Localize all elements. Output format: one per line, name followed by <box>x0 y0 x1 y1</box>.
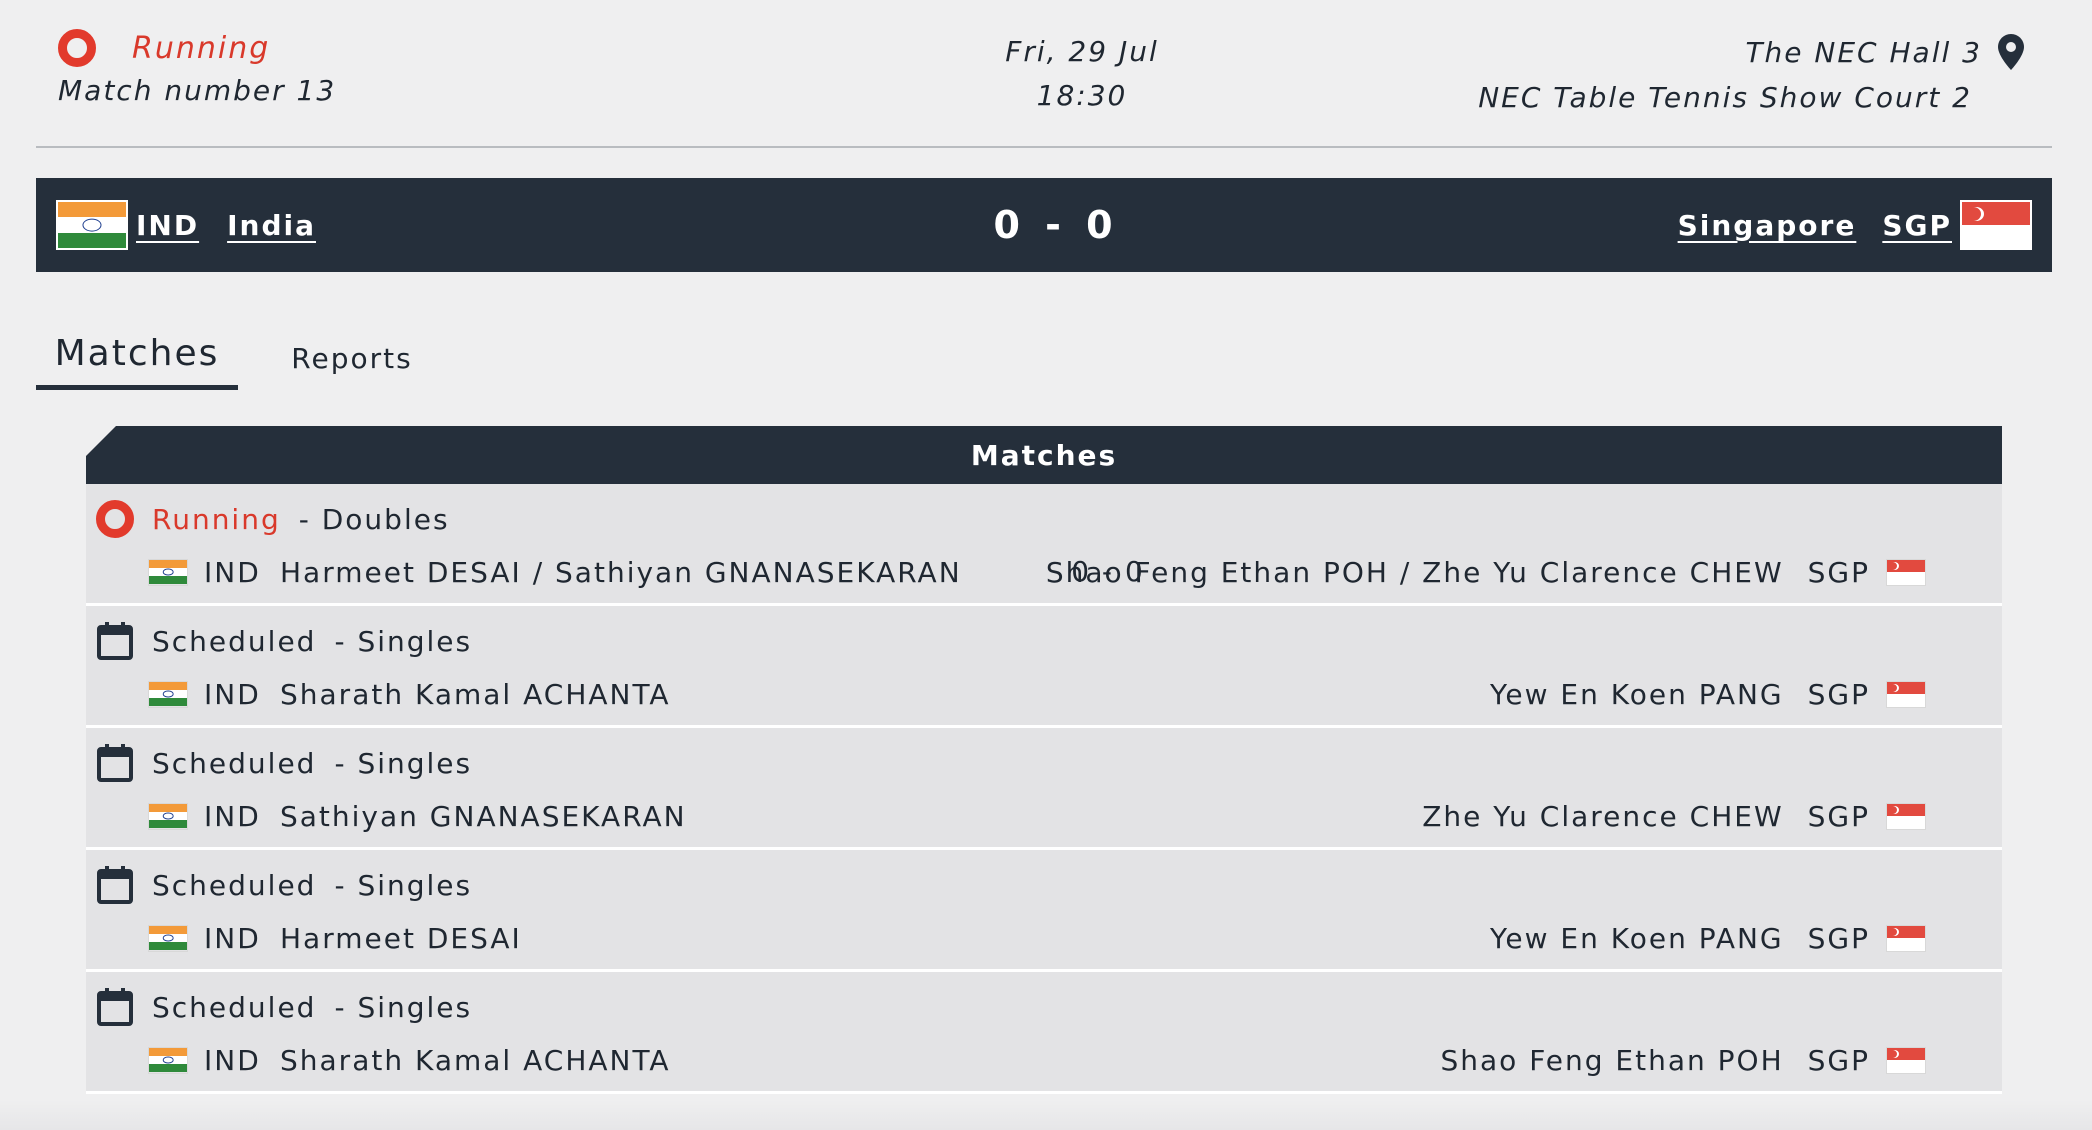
match-row-score <box>1008 918 1208 958</box>
away-team: Singapore SGP <box>1678 178 2032 272</box>
match-date: Fri, 29 Jul <box>1005 35 1159 68</box>
home-code: IND <box>204 1043 261 1077</box>
away-team-name-link[interactable]: Singapore <box>1678 209 1857 242</box>
match-number: Match number 13 <box>58 74 337 107</box>
match-row-status: Scheduled <box>152 746 317 780</box>
match-status-text: Running <box>132 30 271 66</box>
away-code: SGP <box>1807 921 1870 955</box>
singapore-flag-icon <box>1886 1046 1926 1074</box>
matches-panel: Matches Running - Doubles IND Harmeet DE… <box>86 426 2002 1094</box>
india-flag-icon <box>148 924 188 952</box>
home-team-code-link[interactable]: IND <box>136 209 199 242</box>
match-time: 18:30 <box>1036 79 1128 112</box>
tab-bar: Matches Reports <box>36 322 466 390</box>
home-players: Sathiyan GNANASEKARAN <box>280 799 687 833</box>
home-players: Sharath Kamal ACHANTA <box>280 677 671 711</box>
running-status-icon <box>96 500 134 538</box>
venue-name: The NEC Hall 3 <box>1745 35 1982 69</box>
home-players: Sharath Kamal ACHANTA <box>280 1043 671 1077</box>
match-row-status: Running <box>152 502 281 536</box>
away-code: SGP <box>1807 1043 1870 1077</box>
calendar-icon <box>96 987 134 1027</box>
singapore-flag-icon <box>1886 924 1926 952</box>
away-side: Yew En Koen PANG SGP <box>1490 674 1926 714</box>
match-detail-page: Running Match number 13 Fri, 29 Jul 18:3… <box>0 0 2092 1130</box>
home-code: IND <box>204 921 261 955</box>
home-code: IND <box>204 555 261 589</box>
home-code: IND <box>204 677 261 711</box>
match-row-type: - Singles <box>334 624 473 658</box>
home-team: IND India <box>56 178 316 272</box>
india-flag-icon <box>148 680 188 708</box>
home-code: IND <box>204 799 261 833</box>
away-players: Yew En Koen PANG <box>1490 677 1784 711</box>
away-players: Shao Feng Ethan POH / Zhe Yu Clarence CH… <box>1045 555 1784 589</box>
page-bottom-edge <box>0 1100 2092 1130</box>
match-row[interactable]: Scheduled - Singles IND Sharath Kamal AC… <box>86 972 2002 1094</box>
away-code: SGP <box>1807 555 1870 589</box>
away-code: SGP <box>1807 799 1870 833</box>
match-row-score <box>1008 674 1208 714</box>
match-row-type: - Singles <box>334 990 473 1024</box>
home-team-name-link[interactable]: India <box>227 209 316 242</box>
match-row-type: - Singles <box>334 868 473 902</box>
singapore-flag-icon <box>1886 558 1926 586</box>
india-flag-icon <box>56 200 128 250</box>
match-row-type: - Doubles <box>298 502 450 536</box>
match-info-header: Running Match number 13 Fri, 29 Jul 18:3… <box>36 24 2052 120</box>
singapore-flag-icon <box>1886 680 1926 708</box>
home-players: Harmeet DESAI <box>280 921 522 955</box>
away-players: Yew En Koen PANG <box>1490 921 1784 955</box>
matches-panel-title: Matches <box>86 426 2002 484</box>
match-row-status: Scheduled <box>152 624 317 658</box>
match-row[interactable]: Scheduled - Singles IND Harmeet DESAI Ye… <box>86 850 2002 972</box>
tab-reports[interactable]: Reports <box>238 322 466 390</box>
india-flag-icon <box>148 1046 188 1074</box>
away-side: Zhe Yu Clarence CHEW SGP <box>1422 796 1926 836</box>
tab-matches[interactable]: Matches <box>36 322 238 390</box>
match-datetime: Fri, 29 Jul 18:30 <box>977 30 1187 118</box>
map-pin-icon[interactable] <box>1998 34 2024 70</box>
scoreboard-bar: 0 - 0 IND India Singapore SGP <box>36 178 2052 272</box>
header-divider <box>36 146 2052 148</box>
away-players: Shao Feng Ethan POH <box>1440 1043 1784 1077</box>
calendar-icon <box>96 743 134 783</box>
india-flag-icon <box>148 802 188 830</box>
match-row[interactable]: Scheduled - Singles IND Sharath Kamal AC… <box>86 606 2002 728</box>
match-row[interactable]: Running - Doubles IND Harmeet DESAI / Sa… <box>86 484 2002 606</box>
singapore-flag-icon <box>1886 802 1926 830</box>
running-status-icon <box>58 29 96 67</box>
match-row-score <box>1008 796 1208 836</box>
singapore-flag-icon <box>1960 200 2032 250</box>
match-row-score <box>1008 1040 1208 1080</box>
calendar-icon <box>96 621 134 661</box>
match-row-status: Scheduled <box>152 990 317 1024</box>
venue-block: The NEC Hall 3 NEC Table Tennis Show Cou… <box>1478 30 2024 122</box>
calendar-icon <box>96 865 134 905</box>
india-flag-icon <box>148 558 188 586</box>
match-status-block: Running Match number 13 <box>58 24 336 107</box>
away-code: SGP <box>1807 677 1870 711</box>
match-row-type: - Singles <box>334 746 473 780</box>
venue-court: NEC Table Tennis Show Court 2 <box>1478 81 1972 114</box>
home-players: Harmeet DESAI / Sathiyan GNANASEKARAN <box>280 555 962 589</box>
away-side: Shao Feng Ethan POH SGP <box>1440 1040 1926 1080</box>
match-row[interactable]: Scheduled - Singles IND Sathiyan GNANASE… <box>86 728 2002 850</box>
away-players: Zhe Yu Clarence CHEW <box>1422 799 1784 833</box>
match-row-status: Scheduled <box>152 868 317 902</box>
away-side: Yew En Koen PANG SGP <box>1490 918 1926 958</box>
away-team-code-link[interactable]: SGP <box>1882 209 1952 242</box>
away-side: Shao Feng Ethan POH / Zhe Yu Clarence CH… <box>1046 552 1926 592</box>
